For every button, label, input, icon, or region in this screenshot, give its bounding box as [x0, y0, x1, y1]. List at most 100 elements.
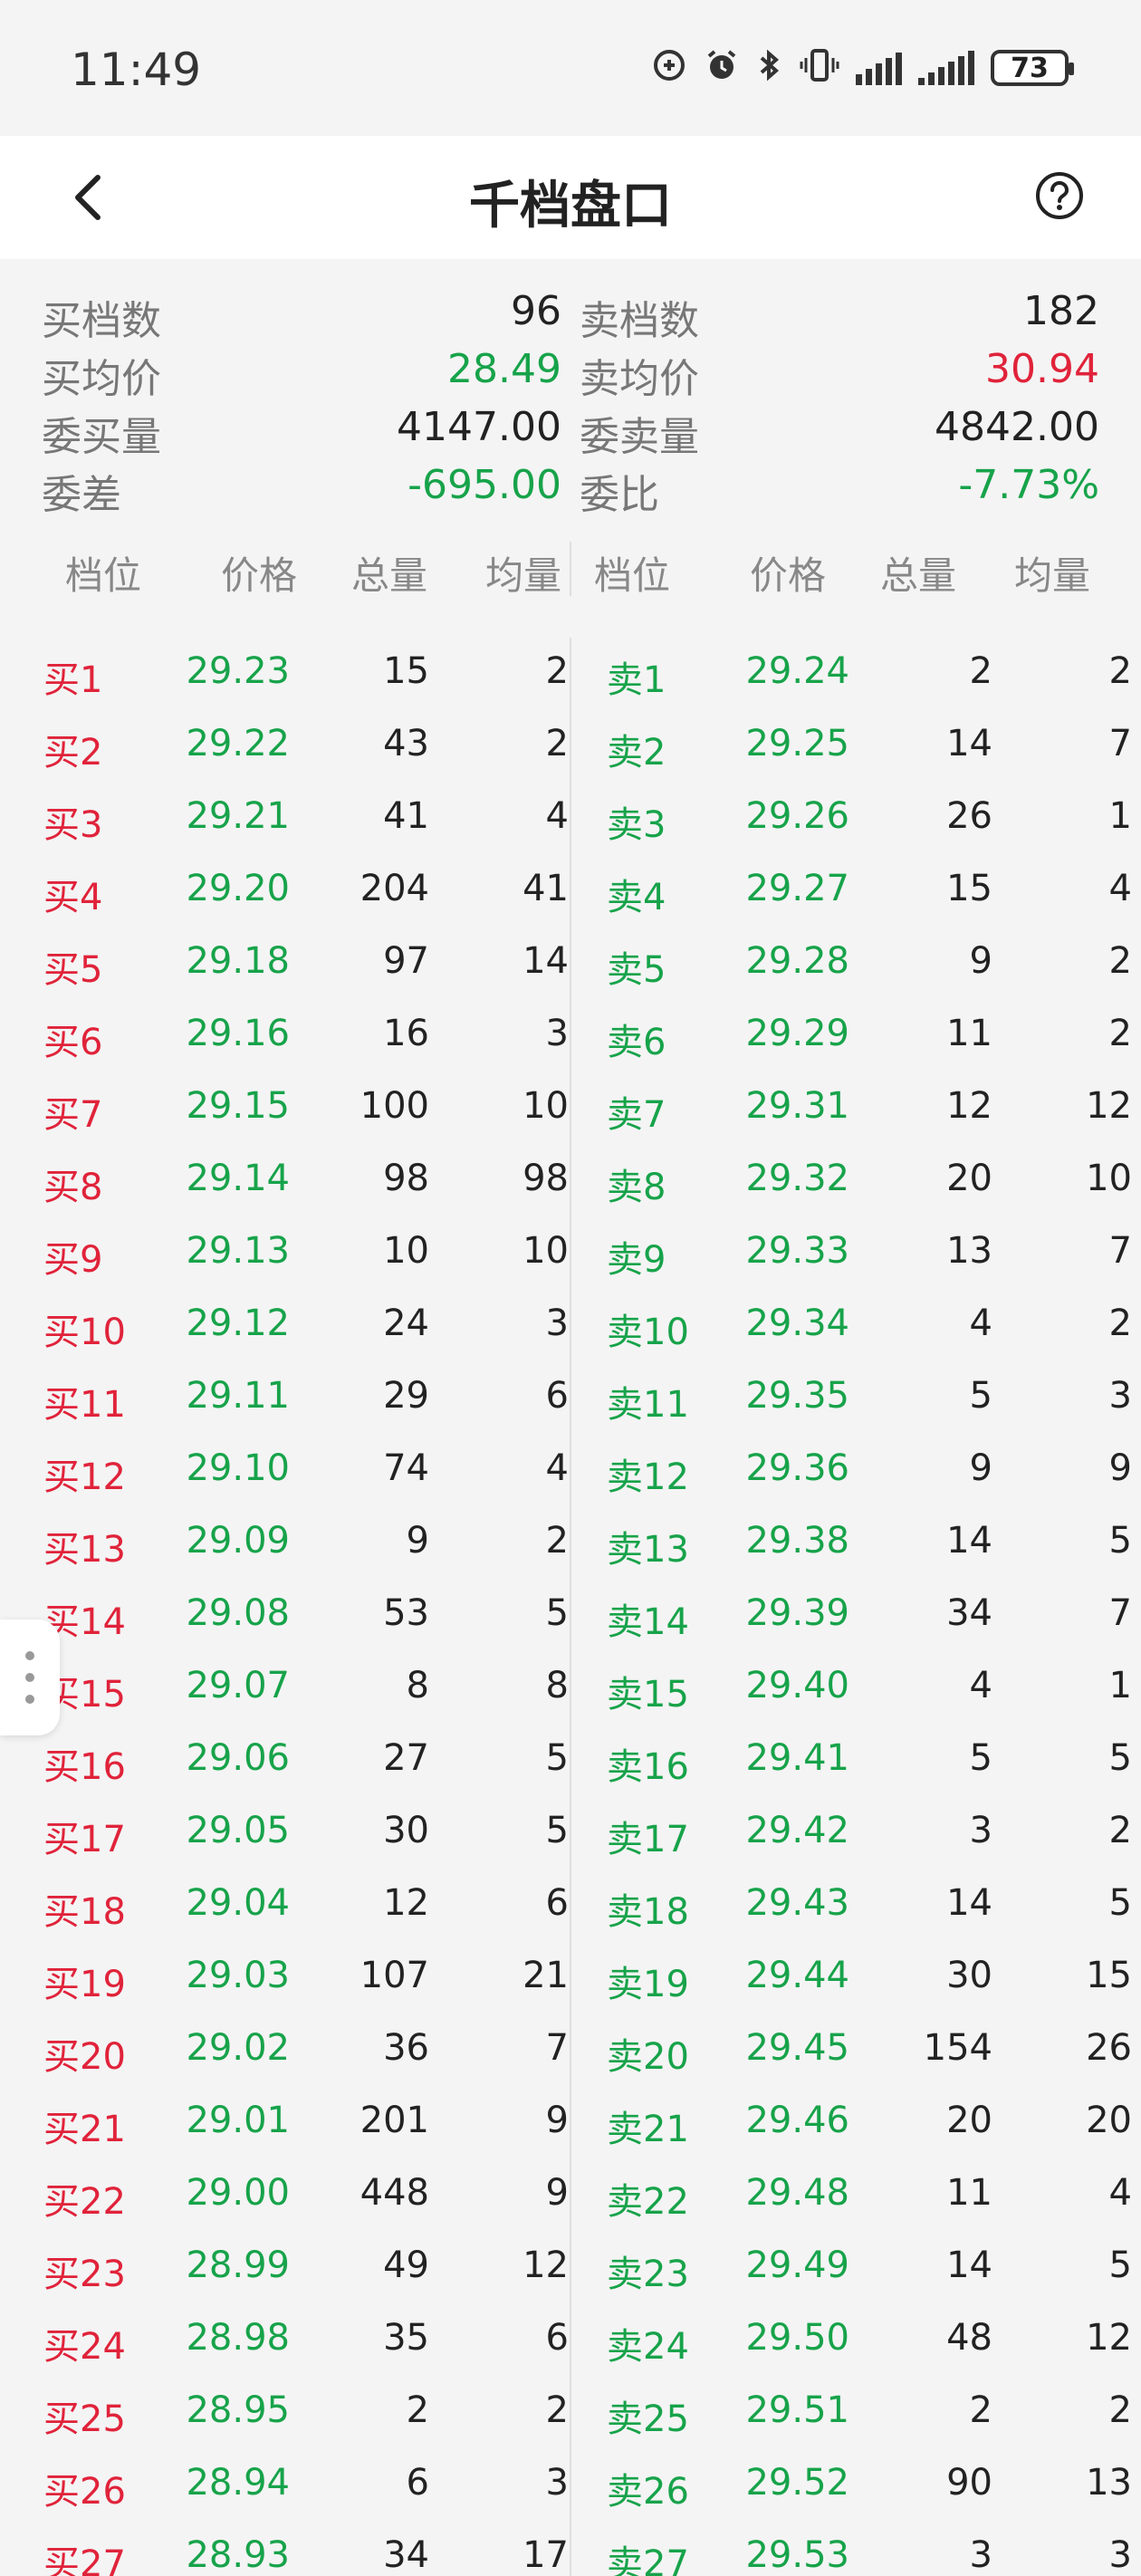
bluetooth-icon	[756, 47, 783, 89]
order-book-row[interactable]: 买9 29.13 10 10 卖9 29.33 13 7	[0, 1217, 1141, 1290]
order-book-row[interactable]: 买2 29.22 43 2 卖2 29.25 14 7	[0, 710, 1141, 783]
order-book-row[interactable]: 买10 29.12 24 3 卖10 29.34 4 2	[0, 1290, 1141, 1362]
sell-level: 卖11	[607, 1384, 689, 1426]
order-book-row[interactable]: 买22 29.00 448 9 卖22 29.48 11 4	[0, 2159, 1141, 2232]
sell-level: 卖26	[607, 2471, 689, 2513]
sell-level: 卖1	[607, 659, 666, 701]
buy-price: 29.00	[186, 2172, 290, 2214]
sell-price: 29.35	[745, 1375, 849, 1417]
order-book-row[interactable]: 买7 29.15 100 10 卖7 29.31 12 12	[0, 1072, 1141, 1145]
sell-level: 卖3	[607, 804, 666, 846]
buy-avg: 8	[545, 1665, 569, 1706]
order-book-row[interactable]: 买3 29.21 41 4 卖3 29.26 26 1	[0, 783, 1141, 855]
sell-total: 12	[946, 1085, 992, 1127]
buy-price: 29.16	[186, 1013, 290, 1054]
order-ratio-label: 委比	[580, 472, 659, 518]
buy-total: 9	[406, 1520, 429, 1562]
buy-avg: 12	[523, 2244, 569, 2286]
buy-total: 24	[383, 1302, 429, 1344]
sell-avg: 4	[1108, 868, 1132, 909]
sell-total: 13	[946, 1230, 992, 1272]
order-book-row[interactable]: 买26 28.94 6 3 卖26 29.52 90 13	[0, 2449, 1141, 2522]
order-book-row[interactable]: 买17 29.05 30 5 卖17 29.42 3 2	[0, 1797, 1141, 1870]
header-divider	[570, 542, 571, 596]
sell-avg: 2	[1108, 2389, 1132, 2431]
sell-price: 29.31	[745, 1085, 849, 1127]
sell-total: 34	[946, 1592, 992, 1634]
sell-price: 29.24	[745, 650, 849, 692]
order-book-row[interactable]: 买1 29.23 15 2 卖1 29.24 2 2	[0, 638, 1141, 710]
page-title: 千档盘口	[469, 177, 672, 235]
buy-price: 29.03	[186, 1955, 290, 1996]
sell-total: 14	[946, 1520, 992, 1562]
order-book-row[interactable]: 买16 29.06 27 5 卖16 29.41 5 5	[0, 1725, 1141, 1797]
order-book-row[interactable]: 买15 29.07 8 8 卖15 29.40 4 1	[0, 1652, 1141, 1725]
buy-level: 买1	[43, 659, 103, 701]
buy-avg: 14	[523, 940, 569, 982]
buy-total: 15	[383, 650, 429, 692]
help-button[interactable]	[1029, 165, 1090, 226]
buy-avg: 6	[545, 2317, 569, 2359]
order-diff-value: -695.00	[408, 462, 561, 508]
buy-level: 买5	[43, 949, 103, 991]
buy-total: 12	[383, 1882, 429, 1924]
sell-level: 卖8	[607, 1167, 666, 1208]
battery-icon: 73	[991, 50, 1074, 86]
buy-price: 29.07	[186, 1665, 290, 1706]
alarm-icon	[704, 47, 740, 89]
buy-avg: 4	[545, 1447, 569, 1489]
buy-price: 28.93	[186, 2534, 290, 2576]
order-book-row[interactable]: 买18 29.04 12 6 卖18 29.43 14 5	[0, 1870, 1141, 1942]
buy-avg: 2	[545, 2389, 569, 2431]
sell-price: 29.29	[745, 1013, 849, 1054]
buy-avg: 3	[545, 2462, 569, 2504]
order-book-row[interactable]: 买11 29.11 29 6 卖11 29.35 5 3	[0, 1362, 1141, 1435]
sell-level: 卖10	[607, 1312, 689, 1353]
buy-total: 34	[383, 2534, 429, 2576]
buy-total: 100	[360, 1085, 429, 1127]
buy-avg-label: 买均价	[42, 356, 161, 402]
sell-price: 29.49	[745, 2244, 849, 2286]
order-book-row[interactable]: 买8 29.14 98 98 卖8 29.32 20 10	[0, 1145, 1141, 1217]
order-book-row[interactable]: 买4 29.20 204 41 卖4 29.27 15 4	[0, 855, 1141, 928]
buy-level: 买11	[43, 1384, 126, 1426]
buy-level: 买27	[43, 2543, 126, 2576]
order-book-row[interactable]: 买14 29.08 53 5 卖14 29.39 34 7	[0, 1580, 1141, 1652]
order-book-row[interactable]: 买21 29.01 201 9 卖21 29.46 20 20	[0, 2087, 1141, 2159]
sell-level: 卖25	[607, 2398, 689, 2440]
buy-level: 买2	[43, 732, 103, 774]
col-buy-level: 档位	[65, 553, 142, 598]
order-book-row[interactable]: 买13 29.09 9 2 卖13 29.38 14 5	[0, 1507, 1141, 1580]
order-book-row[interactable]: 买23 28.99 49 12 卖23 29.49 14 5	[0, 2232, 1141, 2304]
order-book-row[interactable]: 买27 28.93 34 17 卖27 29.53 3 3	[0, 2522, 1141, 2576]
buy-level: 买26	[43, 2471, 126, 2513]
order-book-row[interactable]: 买5 29.18 97 14 卖5 29.28 9 2	[0, 928, 1141, 1000]
sell-avg: 5	[1108, 1882, 1132, 1924]
sell-total: 14	[946, 723, 992, 764]
sell-total: 4	[969, 1665, 992, 1706]
buy-avg: 4	[545, 795, 569, 837]
sell-price: 29.38	[745, 1520, 849, 1562]
sell-avg: 2	[1108, 1810, 1132, 1851]
sell-total: 11	[946, 2172, 992, 2214]
order-book-row[interactable]: 买12 29.10 74 4 卖12 29.36 9 9	[0, 1435, 1141, 1507]
sell-price: 29.50	[745, 2317, 849, 2359]
sell-price: 29.36	[745, 1447, 849, 1489]
sell-price: 29.48	[745, 2172, 849, 2214]
order-book-row[interactable]: 买20 29.02 36 7 卖20 29.45 154 26	[0, 2014, 1141, 2087]
buy-price: 28.99	[186, 2244, 290, 2286]
sell-avg: 3	[1108, 1375, 1132, 1417]
buy-avg: 10	[523, 1230, 569, 1272]
buy-total: 27	[383, 1737, 429, 1779]
status-icons: 73	[651, 47, 1074, 89]
order-book-row[interactable]: 买6 29.16 16 3 卖6 29.29 11 2	[0, 1000, 1141, 1072]
sell-price: 29.26	[745, 795, 849, 837]
order-book-row[interactable]: 买24 28.98 35 6 卖24 29.50 48 12	[0, 2304, 1141, 2377]
order-book-row[interactable]: 买19 29.03 107 21 卖19 29.44 30 15	[0, 1942, 1141, 2014]
buy-total: 8	[406, 1665, 429, 1706]
side-drawer-handle[interactable]	[0, 1620, 60, 1735]
order-book-row[interactable]: 买25 28.95 2 2 卖25 29.51 2 2	[0, 2377, 1141, 2449]
buy-price: 29.18	[186, 940, 290, 982]
sell-price: 29.51	[745, 2389, 849, 2431]
sell-total: 11	[946, 1013, 992, 1054]
